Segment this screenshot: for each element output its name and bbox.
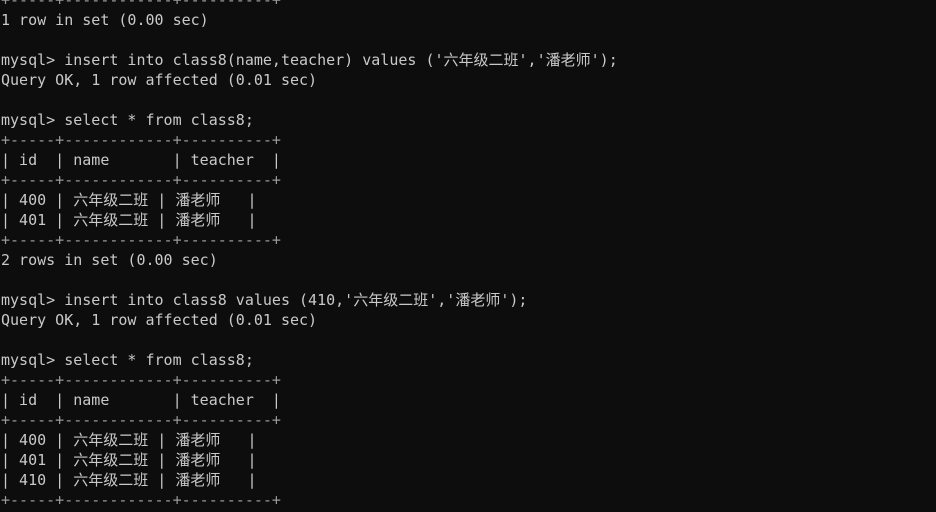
terminal-line-rule: +-----+------------+----------+ — [1, 0, 281, 9]
terminal-line-command: mysql> select * from class8; — [1, 111, 254, 129]
cjk-text: 六年级二班 — [73, 211, 149, 229]
terminal-line-rule: +-----+------------+----------+ — [1, 131, 281, 149]
terminal-line-rule: +-----+------------+----------+ — [1, 171, 281, 189]
terminal-line-header: | id | name | teacher | — [1, 391, 281, 409]
cjk-text: 潘老师 — [175, 471, 221, 489]
terminal-screen-buffer: +-----+------------+----------+ 1 row in … — [1, 0, 618, 510]
terminal-line-output: Query OK, 1 row affected (0.01 sec) — [1, 311, 318, 329]
cjk-text: 六年级二班 — [443, 51, 519, 69]
cjk-text: 六年级二班 — [73, 451, 149, 469]
cjk-text: 潘老师 — [175, 211, 221, 229]
terminal-line-row: | 401 | 六年级二班 | 潘老师 | — [1, 211, 257, 229]
mysql-terminal-window[interactable]: +-----+------------+----------+ 1 row in … — [0, 0, 936, 512]
terminal-line-header: | id | name | teacher | — [1, 151, 281, 169]
cjk-text: 六年级二班 — [73, 431, 149, 449]
terminal-line-command: mysql> insert into class8 values (410,'六… — [1, 291, 528, 309]
terminal-line-rule: +-----+------------+----------+ — [1, 371, 281, 389]
cjk-text: 六年级二班 — [73, 191, 149, 209]
cjk-text: 六年级二班 — [353, 291, 429, 309]
cjk-text: 潘老师 — [175, 431, 221, 449]
terminal-line-row: | 410 | 六年级二班 | 潘老师 | — [1, 471, 257, 489]
terminal-line-output: 2 rows in set (0.00 sec) — [1, 251, 218, 269]
cjk-text: 潘老师 — [175, 191, 221, 209]
terminal-line-row: | 400 | 六年级二班 | 潘老师 | — [1, 431, 257, 449]
terminal-line-output: 1 row in set (0.00 sec) — [1, 11, 209, 29]
cjk-text: 潘老师 — [455, 291, 501, 309]
terminal-line-row: | 400 | 六年级二班 | 潘老师 | — [1, 191, 257, 209]
terminal-line-output: Query OK, 1 row affected (0.01 sec) — [1, 71, 318, 89]
terminal-line-command: mysql> insert into class8(name,teacher) … — [1, 51, 618, 69]
terminal-line-rule: +-----+------------+----------+ — [1, 231, 281, 249]
cjk-text: 潘老师 — [175, 451, 221, 469]
terminal-line-command: mysql> select * from class8; — [1, 351, 254, 369]
terminal-line-row: | 401 | 六年级二班 | 潘老师 | — [1, 451, 257, 469]
cjk-text: 潘老师 — [545, 51, 591, 69]
terminal-line-rule: +-----+------------+----------+ — [1, 491, 281, 509]
cjk-text: 六年级二班 — [73, 471, 149, 489]
terminal-line-rule: +-----+------------+----------+ — [1, 411, 281, 429]
